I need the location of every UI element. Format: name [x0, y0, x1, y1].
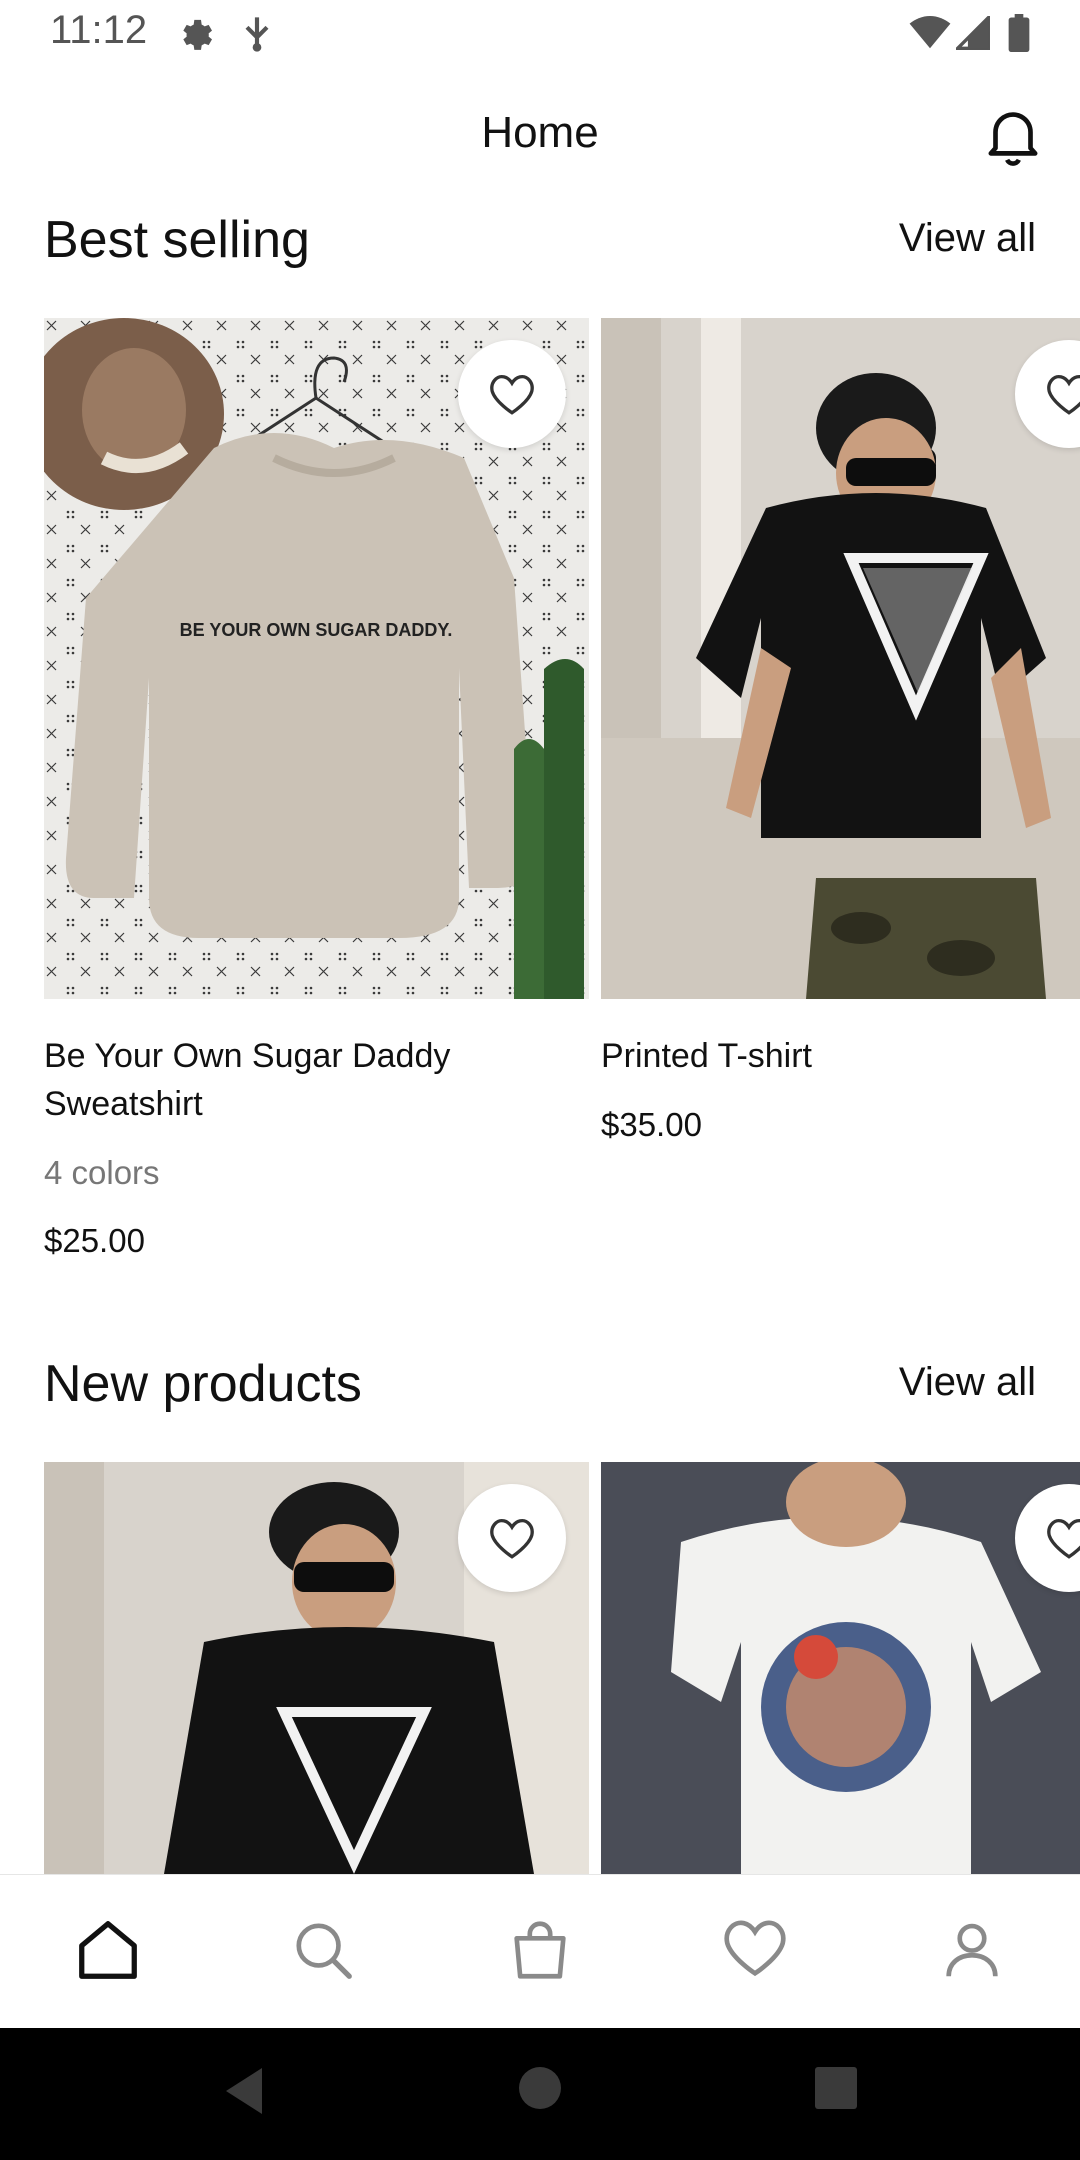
product-price: $25.00	[44, 1222, 145, 1259]
signal-icon	[956, 16, 990, 50]
profile-icon[interactable]	[937, 1915, 1007, 1985]
view-all-best-selling-link[interactable]: View all	[899, 216, 1036, 261]
back-icon[interactable]	[222, 2066, 266, 2116]
heart-icon	[490, 375, 534, 415]
product-name[interactable]: Be Your Own Sugar Daddy Sweatshirt	[44, 1032, 564, 1128]
favorite-button[interactable]	[458, 340, 566, 448]
status-bar: 11:12	[0, 0, 1080, 66]
search-icon[interactable]	[288, 1915, 358, 1985]
best-selling-header: Best selling View all	[44, 210, 1036, 280]
product-price: $35.00	[601, 1106, 702, 1143]
sweatshirt-print-text: BE YOUR OWN SUGAR DADDY.	[180, 620, 453, 640]
usb-icon	[245, 17, 269, 52]
product-image-sweatshirt[interactable]: BE YOUR OWN SUGAR DADDY.	[44, 318, 589, 999]
page-title: Home	[481, 108, 599, 157]
heart-icon	[1047, 375, 1080, 415]
section-title: Best selling	[44, 211, 310, 269]
bottom-navigation	[0, 1874, 1080, 2029]
recents-icon[interactable]	[814, 2066, 858, 2110]
bag-icon[interactable]	[505, 1915, 575, 1985]
system-navigation-bar	[0, 2028, 1080, 2160]
product-name[interactable]: Printed T-shirt	[601, 1032, 1071, 1080]
home-icon[interactable]	[73, 1915, 143, 1985]
home-circle-icon[interactable]	[518, 2066, 562, 2110]
status-time: 11:12	[50, 8, 148, 52]
product-image-new-2[interactable]	[601, 1462, 1080, 1874]
product-colors: 4 colors	[44, 1154, 160, 1191]
bell-icon[interactable]	[978, 100, 1048, 170]
heart-icon	[490, 1519, 534, 1559]
new-products-header: New products View all	[44, 1354, 1036, 1424]
section-title: New products	[44, 1355, 362, 1413]
product-image-printed-tshirt[interactable]	[601, 318, 1080, 999]
view-all-new-products-link[interactable]: View all	[899, 1360, 1036, 1405]
battery-icon	[1008, 14, 1030, 52]
product-image-new-1[interactable]	[44, 1462, 589, 1874]
wifi-icon	[909, 16, 951, 49]
app-bar: Home	[0, 66, 1080, 204]
heart-icon[interactable]	[720, 1915, 790, 1985]
heart-icon	[1047, 1519, 1080, 1559]
favorite-button[interactable]	[458, 1484, 566, 1592]
gear-icon	[183, 19, 212, 50]
